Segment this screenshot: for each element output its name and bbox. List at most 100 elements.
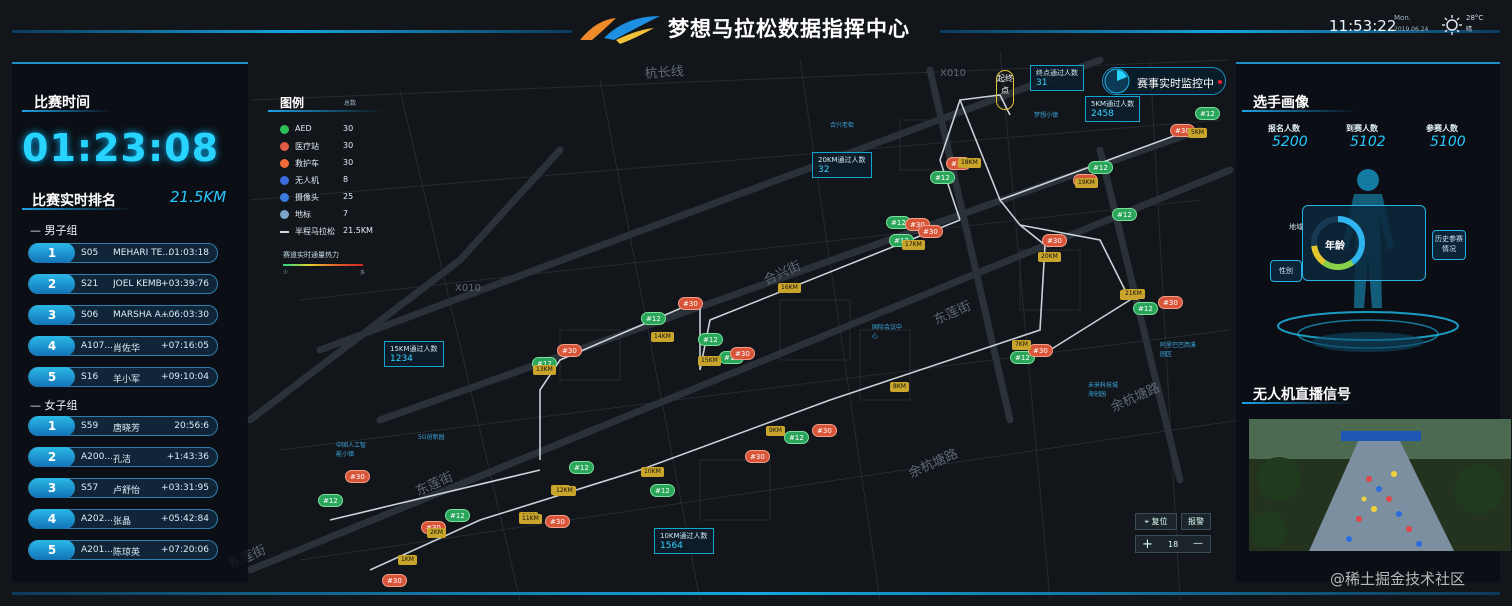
km-marker[interactable]: 20KM xyxy=(1038,252,1061,262)
road-label: X010 xyxy=(940,68,966,79)
ranking-row[interactable]: 3 S06 MARSHA A... +06:03:30 xyxy=(28,305,218,325)
medical-marker[interactable]: #30 xyxy=(812,424,837,437)
legend-item[interactable]: AED 30 xyxy=(280,124,380,136)
finish-count-callout[interactable]: 终点通过人数 31 xyxy=(1030,65,1084,91)
aed-marker[interactable]: #12 xyxy=(650,484,675,497)
zoom-out-button[interactable]: — xyxy=(1193,538,1203,549)
km-marker[interactable]: 5KM xyxy=(1188,128,1207,138)
medical-marker[interactable]: #30 xyxy=(545,515,570,528)
crosshair-icon: ⌖ xyxy=(1144,517,1149,526)
medical-marker[interactable]: #30 xyxy=(745,450,770,463)
callout-value: 2458 xyxy=(1091,109,1114,119)
km-marker[interactable]: 18KM xyxy=(958,158,981,168)
aed-marker[interactable]: #12 xyxy=(1133,302,1158,315)
drone-live-video[interactable] xyxy=(1249,419,1511,551)
aed-marker[interactable]: #12 xyxy=(569,461,594,474)
tag-history[interactable]: 历史参赛情况 xyxy=(1432,230,1466,260)
medical-marker[interactable]: #30 xyxy=(345,470,370,483)
km-marker[interactable]: 15KM xyxy=(698,356,721,366)
locate-label: 复位 xyxy=(1151,517,1168,526)
legend-item[interactable]: 无人机 8 xyxy=(280,175,380,187)
legend-item[interactable]: 救护车 30 xyxy=(280,158,380,170)
rank-number: 3 xyxy=(29,478,75,498)
aed-marker[interactable]: #12 xyxy=(1088,161,1113,174)
legend-item[interactable]: 摄像头 25 xyxy=(280,192,380,204)
landmark-label[interactable]: 中国人工智能小镇 xyxy=(336,440,370,458)
km-marker[interactable]: 12KM xyxy=(553,486,576,496)
ranking-row[interactable]: 4 A107... 肖佐华 +07:16:05 xyxy=(28,336,218,356)
ranking-row[interactable]: 3 S57 卢舒怡 +03:31:95 xyxy=(28,478,218,498)
ranking-row[interactable]: 4 A202... 张晶 +05:42:84 xyxy=(28,509,218,529)
km-marker[interactable]: 14KM xyxy=(651,332,674,342)
aed-marker[interactable]: #12 xyxy=(930,171,955,184)
legend-item[interactable]: 地标 7 xyxy=(280,209,380,221)
callout-value: 31 xyxy=(1036,78,1048,88)
medical-marker[interactable]: #30 xyxy=(382,574,407,587)
aed-marker[interactable]: #12 xyxy=(1195,107,1220,120)
km-marker[interactable]: 11KM xyxy=(519,514,542,524)
heat-high-label: 多 xyxy=(360,270,366,276)
locate-button[interactable]: ⌖ 复位 xyxy=(1135,513,1177,530)
race-time-underline xyxy=(22,110,112,112)
landmark-label[interactable]: 未来科技城海创园 xyxy=(1088,380,1118,398)
km-marker[interactable]: 21KM xyxy=(1122,289,1145,299)
callout-label: 终点通过人数 xyxy=(1036,69,1078,77)
ranking-row[interactable]: 5 A201... 陈琼英 +07:20:06 xyxy=(28,540,218,560)
aed-marker[interactable]: #12 xyxy=(318,494,343,507)
medical-marker[interactable]: #30 xyxy=(1042,234,1067,247)
start-finish-marker[interactable]: 起终点 xyxy=(996,70,1014,110)
tag-region[interactable]: 地域 xyxy=(1289,222,1303,232)
aed-marker[interactable]: #12 xyxy=(698,333,723,346)
km-marker[interactable]: 10KM xyxy=(641,467,664,477)
km-marker[interactable]: 16KM xyxy=(778,283,801,293)
medical-marker[interactable]: #30 xyxy=(1028,344,1053,357)
aed-marker[interactable]: #12 xyxy=(1112,208,1137,221)
legend-item[interactable]: 半程马拉松 21.5KM xyxy=(280,226,380,238)
live-monitor-badge[interactable]: 赛事实时监控中 xyxy=(1102,67,1226,95)
medical-marker[interactable]: #30 xyxy=(557,344,582,357)
km-marker[interactable]: 7KM xyxy=(1012,340,1031,350)
runner-code: A202... xyxy=(81,514,113,524)
ranking-row[interactable]: 2 A200... 孔洁 +1:43:36 xyxy=(28,447,218,467)
medical-marker[interactable]: #30 xyxy=(1158,296,1183,309)
legend-label: 半程马拉松 xyxy=(295,227,335,236)
legend-item[interactable]: 医疗站 30 xyxy=(280,141,380,153)
km-marker[interactable]: 1KM xyxy=(398,555,417,565)
km-marker[interactable]: 17KM xyxy=(902,240,925,250)
landmark-label[interactable]: 5G创新园 xyxy=(418,432,444,441)
profile-underline xyxy=(1242,110,1358,112)
medical-marker[interactable]: #30 xyxy=(918,225,943,238)
current-date: 2019.06.24 xyxy=(1394,26,1429,33)
aed-marker[interactable]: #12 xyxy=(784,431,809,444)
zoom-in-button[interactable]: + xyxy=(1142,537,1153,552)
20km-count-callout[interactable]: 20KM通过人数 32 xyxy=(812,152,872,178)
km-marker[interactable]: 13KM xyxy=(533,365,556,375)
km-marker[interactable]: 19KM xyxy=(1075,178,1098,188)
aed-marker[interactable]: #12 xyxy=(641,312,666,325)
5km-count-callout[interactable]: 5KM通过人数 2458 xyxy=(1085,96,1141,122)
km-marker[interactable]: 9KM xyxy=(766,426,785,436)
tag-gender[interactable]: 性别 xyxy=(1270,260,1302,282)
rank-number: 4 xyxy=(29,336,75,356)
medical-marker[interactable]: #30 xyxy=(730,347,755,360)
race-time-title: 比赛时间 xyxy=(34,95,90,111)
landmark-label[interactable]: 国际会议中心 xyxy=(872,322,902,340)
ranking-row[interactable]: 5 S16 羊小军 +09:10:04 xyxy=(28,367,218,387)
15km-count-callout[interactable]: 15KM通过人数 1234 xyxy=(384,341,444,367)
aed-marker[interactable]: #12 xyxy=(445,509,470,522)
zoom-control: + 18 — xyxy=(1135,535,1211,553)
landmark-label[interactable]: 阿里巴巴西溪园区 xyxy=(1160,340,1196,358)
ranking-row[interactable]: 1 S05 MEHARI TE... 01:03:18 xyxy=(28,243,218,263)
km-marker[interactable]: 2KM xyxy=(427,528,446,538)
10km-count-callout[interactable]: 10KM通过人数 1564 xyxy=(654,528,714,554)
tag-age[interactable]: 年龄 xyxy=(1325,237,1345,252)
ranking-row[interactable]: 1 S59 唐晓芳 20:56:6 xyxy=(28,416,218,436)
ranking-row[interactable]: 2 S21 JOEL KEMB +03:39:76 xyxy=(28,274,218,294)
runner-time: +03:39:76 xyxy=(161,279,209,289)
landmark-label[interactable]: 梦想小镇 xyxy=(1034,110,1058,119)
km-marker[interactable]: 8KM xyxy=(890,382,909,392)
runner-code: A200... xyxy=(81,452,113,462)
alarm-button[interactable]: 报警 xyxy=(1181,513,1211,530)
landmark-label[interactable]: 合兴老街 xyxy=(830,120,854,129)
medical-marker[interactable]: #30 xyxy=(678,297,703,310)
